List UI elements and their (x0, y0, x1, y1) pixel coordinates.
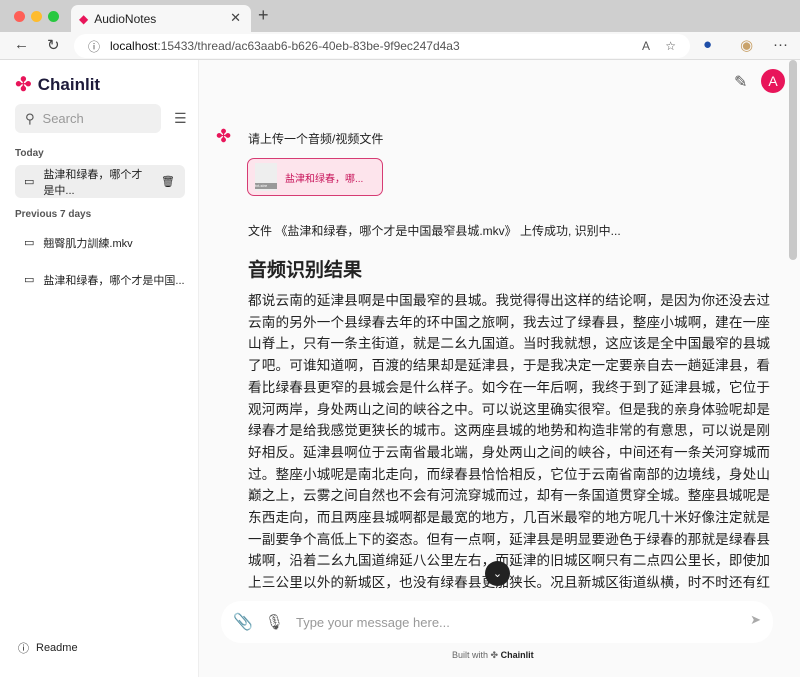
assistant-message: 请上传一个音频/视频文件 (248, 132, 384, 146)
url-host: localhost (110, 39, 158, 53)
brand-logo: ✤ Chainlit (15, 72, 100, 97)
search-input[interactable]: ⚲ Search (15, 104, 161, 133)
new-chat-icon[interactable]: ✎ (734, 72, 747, 92)
section-today: Today (15, 148, 44, 159)
browser-tab-bar: ◆ AudioNotes ✕ + (0, 0, 800, 32)
readme-button[interactable]: ⓘ Readme (18, 640, 78, 656)
trash-icon[interactable]: 🗑 (161, 175, 175, 188)
info-icon: ⓘ (88, 39, 101, 54)
close-tab-icon[interactable]: ✕ (230, 10, 241, 26)
extension-icon[interactable]: ◉ (740, 36, 753, 54)
microphone-icon[interactable]: 🎙 (265, 613, 284, 631)
filter-icon[interactable]: ☰ (174, 110, 187, 127)
chat-bubble-icon: ▭ (24, 237, 35, 249)
close-window-button[interactable] (14, 11, 25, 22)
chat-bubble-icon: ▭ (24, 274, 35, 286)
footer-brand: Chainlit (500, 650, 534, 660)
file-name: 盐津和绿春，哪... (285, 173, 364, 185)
sidebar: ✤ Chainlit ⚲ Search ☰ Today ▭ 盐津和绿春，哪个才是中..… (0, 60, 199, 677)
thread-item[interactable]: ▭ 翹臀肌力訓練.mkv (15, 226, 185, 259)
reload-icon[interactable]: ↻ (47, 36, 60, 54)
chainlit-app: ✤ Chainlit ⚲ Search ☰ Today ▭ 盐津和绿春，哪个才是中..… (0, 60, 800, 677)
section-previous-7-days: Previous 7 days (15, 209, 92, 220)
built-with-label: Built with (452, 650, 489, 660)
more-menu-icon[interactable]: ··· (773, 36, 788, 53)
result-heading: 音频识别结果 (248, 260, 363, 281)
tab-title: AudioNotes (94, 11, 157, 26)
url-input[interactable]: ⓘ localhost:15433/thread/ac63aab6-b626-4… (74, 34, 690, 58)
url-path: :15433/thread/ac63aab6-b626-40eb-83be-9f… (157, 39, 460, 53)
file-icon: txt-stre (255, 163, 277, 191)
minimize-window-button[interactable] (31, 11, 42, 22)
back-icon[interactable]: ← (14, 36, 29, 53)
user-avatar[interactable]: A (761, 69, 785, 93)
help-circle-icon: ⓘ (18, 643, 29, 655)
thread-item[interactable]: ▭ 盐津和绿春，哪个才是中... 🗑 (15, 165, 185, 198)
assistant-avatar-icon: ✤ (216, 126, 232, 146)
message-input[interactable]: Type your message here... (296, 615, 450, 630)
new-tab-button[interactable]: + (258, 5, 269, 26)
file-attachment[interactable]: txt-stre 盐津和绿春，哪... (247, 158, 383, 196)
thread-label: 盐津和绿春，哪个才是中国... (43, 274, 185, 287)
profile-extension-icon[interactable]: ● (703, 36, 712, 53)
file-thumb-label: txt-stre (255, 183, 277, 189)
readme-label: Readme (36, 642, 78, 654)
thread-item[interactable]: ▭ 盐津和绿春，哪个才是中国... (15, 263, 185, 296)
maximize-window-button[interactable] (48, 11, 59, 22)
browser-tab[interactable]: ◆ AudioNotes ✕ (71, 5, 251, 32)
search-icon: ⚲ (25, 110, 35, 126)
message-composer: 📎 🎙 Type your message here... ➤ (221, 601, 773, 643)
paperclip-icon[interactable]: 📎 (233, 612, 253, 632)
result-text: 都说云南的延津县啊是中国最窄的县城。我觉得得出这样的结论啊，是因为你还没去过云南… (248, 293, 770, 591)
search-placeholder: Search (42, 111, 84, 126)
address-bar-row: ← ↻ ⓘ localhost:15433/thread/ac63aab6-b6… (0, 32, 800, 60)
chainlit-logo-icon: ✤ (15, 74, 32, 96)
chainlit-logo-icon: ✤ (490, 650, 499, 660)
thread-label: 盐津和绿春，哪个才是中... (43, 168, 143, 197)
chainlit-logo-icon: ◆ (79, 11, 89, 26)
scrollbar[interactable] (789, 60, 797, 260)
send-icon[interactable]: ➤ (750, 612, 761, 628)
brand-name: Chainlit (37, 74, 101, 94)
favorite-star-icon[interactable]: ☆ (665, 39, 676, 53)
upload-status-message: 文件 《盐津和绿春，哪个才是中国最窄县城.mkv》 上传成功, 识别中... (248, 224, 621, 238)
scroll-down-button[interactable]: ⌄ (485, 561, 510, 586)
thread-label: 翹臀肌力訓練.mkv (43, 237, 133, 250)
chat-bubble-icon: ▭ (24, 176, 35, 188)
read-aloud-icon[interactable]: A (642, 39, 650, 53)
built-with-footer[interactable]: Built with ✤ Chainlit (452, 650, 534, 661)
